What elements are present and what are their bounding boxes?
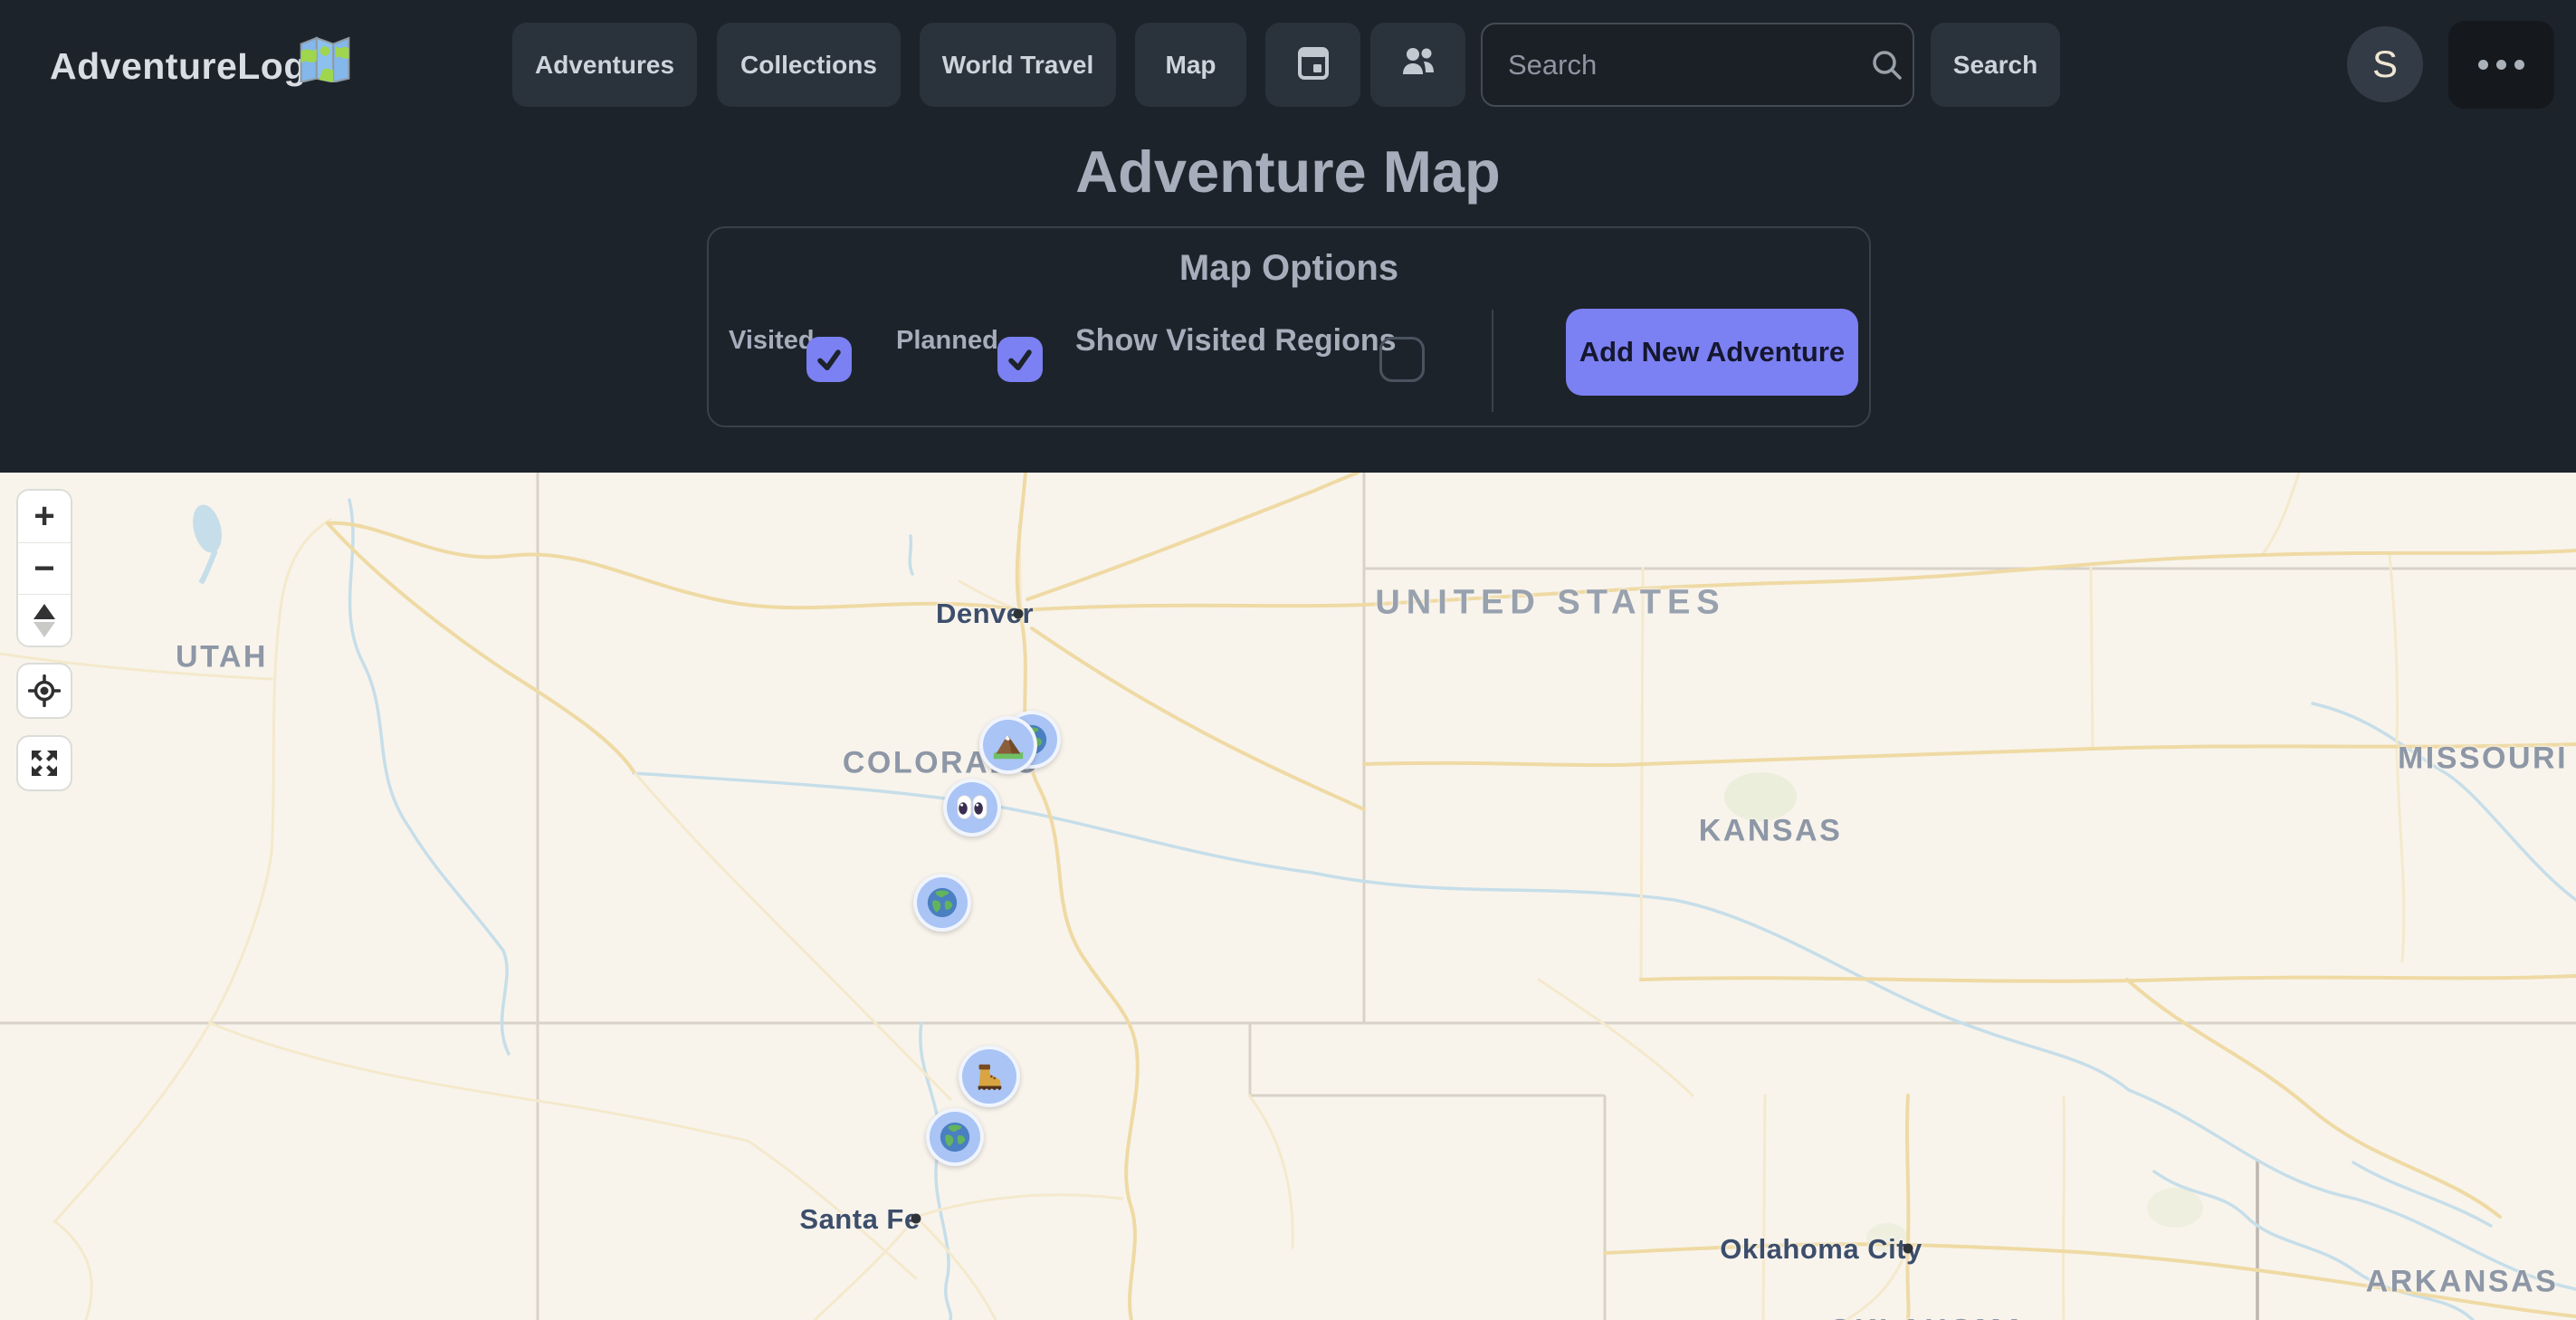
mountain-emoji	[991, 728, 1026, 762]
app-header: AdventureLog Adventures Collections Worl…	[0, 0, 2576, 136]
nav-adventures[interactable]: Adventures	[512, 23, 697, 107]
state-label-kansas: KANSAS	[1699, 814, 1843, 849]
zoom-out-button[interactable]: −	[18, 542, 71, 594]
planned-checkbox[interactable]	[997, 337, 1043, 382]
city-dot-santa-fe	[911, 1214, 921, 1224]
check-icon	[1005, 344, 1035, 375]
adventure-marker-globe[interactable]	[913, 874, 971, 932]
city-dot-oklahoma-city	[1903, 1244, 1913, 1254]
avatar-initial: S	[2372, 43, 2398, 86]
state-label-oklahoma: OKLAHOMA	[1828, 1314, 2027, 1320]
ellipsis-icon	[2496, 60, 2506, 70]
calendar-icon	[1296, 43, 1331, 87]
city-dot-denver	[1014, 609, 1024, 619]
city-label-oklahoma-city: Oklahoma City	[1720, 1233, 1922, 1266]
world-map-emoji-icon	[299, 34, 351, 92]
app-logo[interactable]: AdventureLog	[50, 45, 307, 88]
nav-adventures-label: Adventures	[535, 51, 674, 80]
country-label: UNITED STATES	[1375, 584, 1725, 623]
eyes-emoji	[955, 790, 989, 825]
zoom-in-button[interactable]: +	[18, 491, 71, 542]
overflow-menu-button[interactable]	[2448, 21, 2554, 109]
pitch-toggle-button[interactable]	[18, 594, 71, 646]
adventure-marker-globe[interactable]	[926, 1108, 984, 1166]
ellipsis-icon	[2514, 60, 2524, 70]
minus-icon: −	[33, 549, 54, 589]
search-button[interactable]: Search	[1931, 23, 2060, 107]
visited-checkbox[interactable]	[806, 337, 852, 382]
geolocate-icon	[28, 674, 61, 707]
visited-label: Visited	[729, 326, 815, 356]
nav-world-travel-label: World Travel	[942, 51, 1094, 80]
map-zoom-controls: + −	[16, 489, 72, 647]
users-icon	[1398, 45, 1438, 84]
geolocate-button[interactable]	[16, 663, 72, 719]
show-visited-regions-checkbox[interactable]	[1379, 337, 1425, 382]
users-button[interactable]	[1370, 23, 1465, 107]
avatar[interactable]: S	[2347, 26, 2423, 102]
state-label-missouri: MISSOURI	[2398, 741, 2568, 777]
state-label-utah: UTAH	[176, 640, 268, 675]
globe-emoji	[938, 1120, 972, 1154]
show-visited-regions-label: Show Visited Regions	[1075, 323, 1397, 359]
search-box	[1481, 23, 1914, 107]
nav-collections-label: Collections	[740, 51, 877, 80]
hiking-boot-emoji	[972, 1059, 1007, 1094]
adventure-marker-eyes[interactable]	[943, 779, 1001, 837]
nav-map[interactable]: Map	[1135, 23, 1246, 107]
map-canvas[interactable]: UTAH COLORADO UNITED STATES KANSAS MISSO…	[0, 473, 2576, 1320]
map-options-card: Map Options Visited Planned Show Visited…	[707, 226, 1871, 427]
map-options-title: Map Options	[709, 248, 1869, 289]
options-divider	[1492, 310, 1493, 412]
search-button-label: Search	[1953, 51, 2037, 80]
nav-world-travel[interactable]: World Travel	[920, 23, 1116, 107]
fullscreen-icon	[28, 747, 61, 780]
ellipsis-icon	[2478, 60, 2488, 70]
city-label-santa-fe: Santa Fe	[799, 1203, 920, 1236]
pitch-toggle-icon	[33, 604, 55, 637]
state-label-arkansas: ARKANSAS	[2366, 1265, 2559, 1300]
nav-map-label: Map	[1166, 51, 1216, 80]
plus-icon: +	[33, 496, 54, 537]
check-icon	[814, 344, 844, 375]
calendar-button[interactable]	[1265, 23, 1360, 107]
fullscreen-button[interactable]	[16, 735, 72, 791]
search-icon	[1869, 47, 1905, 83]
map-base-layer	[0, 473, 2576, 1320]
add-new-adventure-button[interactable]: Add New Adventure	[1566, 309, 1858, 396]
page-title: Adventure Map	[0, 138, 2576, 206]
search-input[interactable]	[1483, 49, 1869, 81]
nav-collections[interactable]: Collections	[717, 23, 901, 107]
adventure-marker-hiking-boot[interactable]	[959, 1046, 1020, 1107]
adventure-marker-mountain[interactable]	[979, 716, 1037, 774]
planned-label: Planned	[896, 326, 998, 356]
globe-emoji	[925, 885, 959, 920]
